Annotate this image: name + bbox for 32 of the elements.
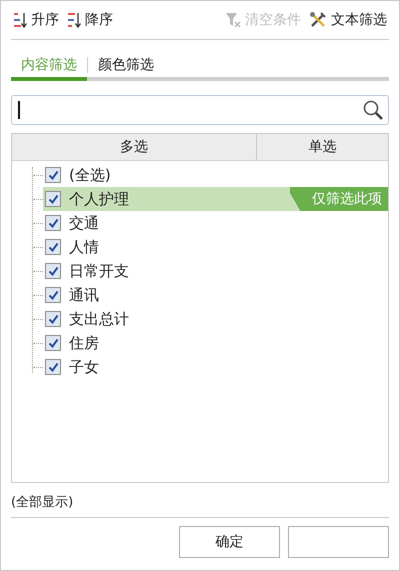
checkbox[interactable] <box>45 215 61 231</box>
search-field[interactable] <box>11 95 389 125</box>
list-item[interactable]: 日常开支 <box>43 259 388 283</box>
toolbar-button[interactable]: 升序 <box>11 11 61 29</box>
list-item[interactable]: 支出总计 <box>43 307 388 331</box>
toolbar-button[interactable]: 文本筛选 <box>307 11 389 29</box>
list-item[interactable]: 住房 <box>43 331 388 355</box>
list-item[interactable]: 通讯 <box>43 283 388 307</box>
checkbox[interactable] <box>45 359 61 375</box>
checkbox[interactable] <box>45 335 61 351</box>
checkbox[interactable] <box>45 191 61 207</box>
checkbox[interactable] <box>45 287 61 303</box>
list-item[interactable]: 交通 <box>43 211 388 235</box>
status-text: (全部显示) <box>11 494 74 512</box>
checkbox[interactable] <box>45 311 61 327</box>
search-icon[interactable] <box>362 99 384 121</box>
funnel-icon <box>225 11 241 29</box>
tools-icon <box>309 11 327 29</box>
list-item[interactable]: 人情 <box>43 235 388 259</box>
checkbox[interactable] <box>45 167 61 183</box>
list-item[interactable]: 个人护理 <box>43 187 290 211</box>
checkbox[interactable] <box>45 263 61 279</box>
list-item[interactable]: 子女 <box>43 355 388 379</box>
column-header[interactable]: 单选 <box>257 134 388 160</box>
column-header[interactable]: 多选 <box>12 134 257 160</box>
sort-icon <box>67 11 81 29</box>
checkbox[interactable] <box>45 239 61 255</box>
toolbar-button[interactable]: 降序 <box>65 11 115 29</box>
tab[interactable]: 颜色筛选 <box>88 52 164 81</box>
ok-button[interactable]: 确定 <box>179 526 280 558</box>
sort-icon <box>13 11 27 29</box>
list-item[interactable]: (全选) <box>43 163 388 187</box>
